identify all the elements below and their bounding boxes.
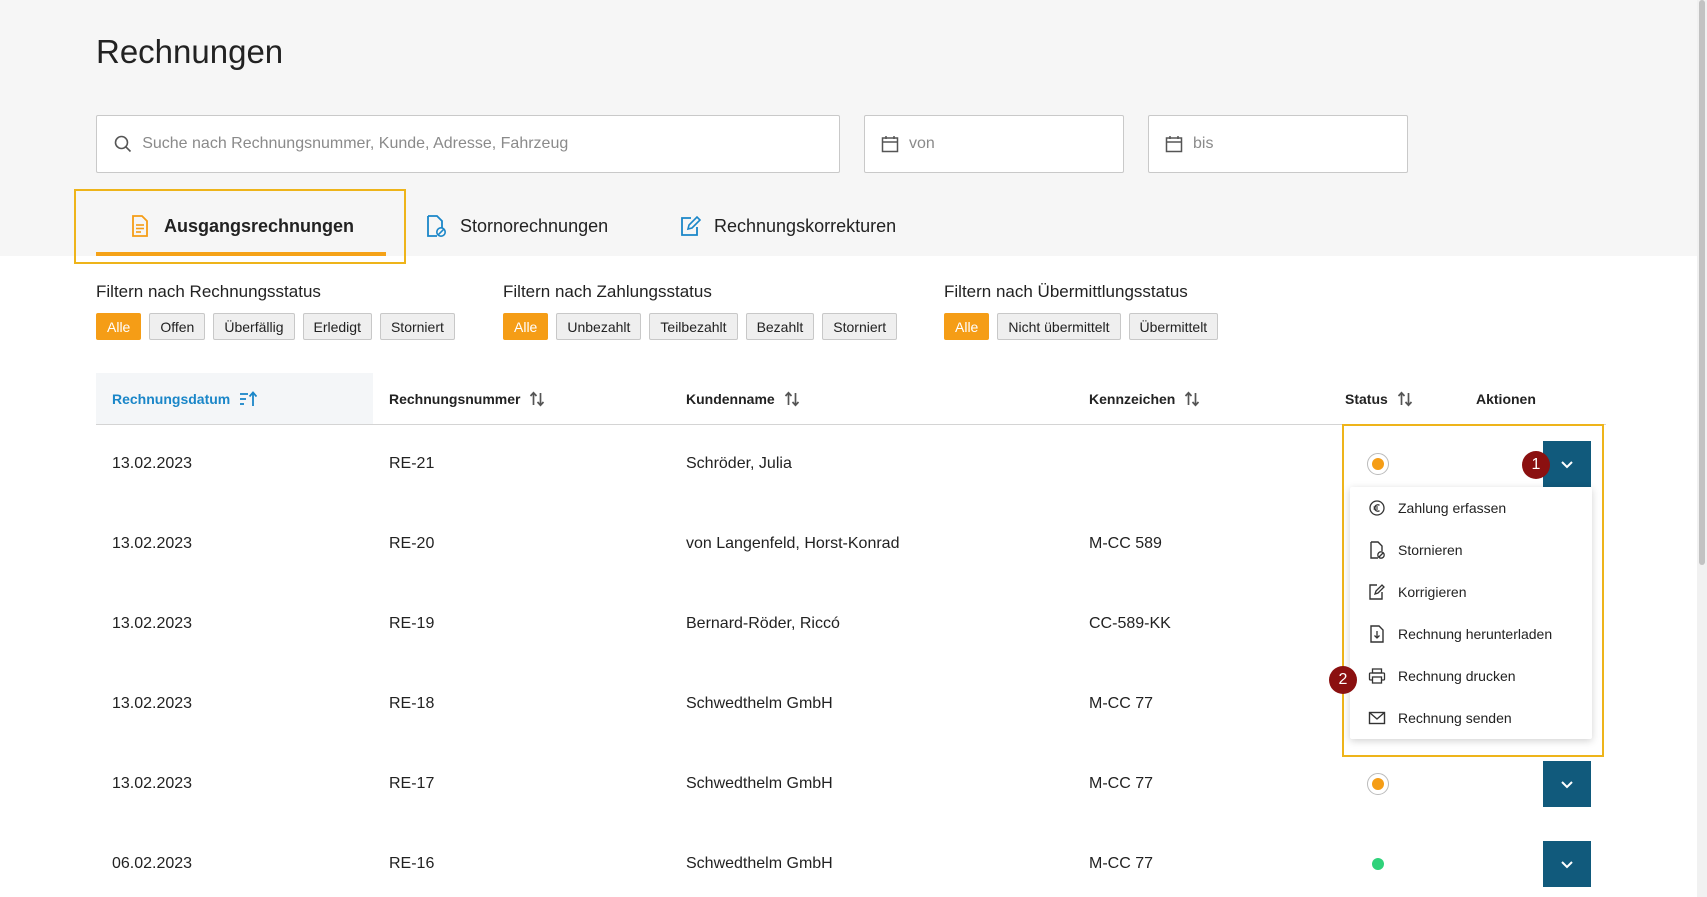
filter-chip-uebermittelt[interactable]: Übermittelt <box>1128 313 1219 340</box>
printer-icon <box>1368 667 1386 685</box>
calendar-icon <box>881 134 899 154</box>
status-paid-icon <box>1372 858 1384 870</box>
menu-item-rechnung-drucken[interactable]: Rechnung drucken <box>1350 655 1592 697</box>
menu-item-rechnung-senden[interactable]: Rechnung senden <box>1350 697 1592 739</box>
date-to-input[interactable] <box>1193 135 1407 153</box>
search-input[interactable] <box>142 135 839 153</box>
filter-zahlungsstatus: Alle Unbezahlt Teilbezahlt Bezahlt Storn… <box>503 313 898 340</box>
table-header: Rechnungsdatum Rechnungsnummer Kundennam… <box>96 373 1606 425</box>
sort-ascending-icon[interactable] <box>239 390 258 407</box>
cell-kundenname: Schwedthelm GmbH <box>686 695 833 712</box>
cell-rechnungsnummer: RE-20 <box>389 535 435 552</box>
filter-uebermittlungsstatus: Alle Nicht übermittelt Übermittelt <box>944 313 1219 340</box>
document-edit-icon <box>1368 583 1386 601</box>
mail-icon <box>1368 709 1386 727</box>
chevron-down-icon <box>1560 777 1574 792</box>
calendar-icon <box>1165 134 1183 154</box>
menu-item-korrigieren[interactable]: Korrigieren <box>1350 571 1592 613</box>
cell-kennzeichen: M-CC 77 <box>1089 775 1154 792</box>
download-icon <box>1368 625 1386 643</box>
search-icon <box>113 134 132 154</box>
document-cancel-icon <box>424 214 448 238</box>
tab-label: Stornorechnungen <box>460 215 609 236</box>
cell-rechnungsnummer: RE-17 <box>389 775 435 792</box>
column-header-rechnungsnummer[interactable]: Rechnungsnummer <box>389 373 545 424</box>
tab-ausgangsrechnungen[interactable]: Ausgangsrechnungen <box>96 196 386 256</box>
cell-kundenname: Schwedthelm GmbH <box>686 775 833 792</box>
column-header-rechnungsdatum[interactable]: Rechnungsdatum <box>96 373 373 424</box>
sort-icon[interactable] <box>1184 391 1200 407</box>
filter-chip-storniert[interactable]: Storniert <box>822 313 898 340</box>
tab-rechnungskorrekturen[interactable]: Rechnungskorrekturen <box>678 196 896 256</box>
filter-chip-offen[interactable]: Offen <box>149 313 206 340</box>
cell-kundenname: von Langenfeld, Horst-Konrad <box>686 535 900 552</box>
filter-chip-alle[interactable]: Alle <box>503 313 549 340</box>
table-row: 06.02.2023 RE-16 Schwedthelm GmbH M-CC 7… <box>96 824 1606 897</box>
euro-icon <box>1368 499 1386 517</box>
cell-kennzeichen: M-CC 589 <box>1089 535 1162 552</box>
date-from-input[interactable] <box>909 135 1123 153</box>
filter-chip-erledigt[interactable]: Erledigt <box>302 313 372 340</box>
filter-chip-ueberfaellig[interactable]: Überfällig <box>213 313 295 340</box>
filter-rechnungsstatus: Alle Offen Überfällig Erledigt Storniert <box>96 313 455 340</box>
filter-chip-alle[interactable]: Alle <box>944 313 990 340</box>
cell-kennzeichen: M-CC 77 <box>1089 855 1154 872</box>
filter-title-rechnungsstatus: Filtern nach Rechnungsstatus <box>96 282 321 301</box>
tab-label: Rechnungskorrekturen <box>714 215 897 236</box>
actions-dropdown-button[interactable] <box>1543 841 1591 887</box>
actions-dropdown-button[interactable] <box>1543 761 1591 807</box>
cell-rechnungsdatum: 06.02.2023 <box>112 855 193 872</box>
cell-rechnungsdatum: 13.02.2023 <box>112 775 193 792</box>
search-field[interactable] <box>96 115 840 173</box>
actions-dropdown-menu: Zahlung erfassen Stornieren Korrigieren … <box>1350 487 1592 739</box>
filter-chip-teilbezahlt[interactable]: Teilbezahlt <box>649 313 738 340</box>
step-badge-1: 1 <box>1522 451 1550 479</box>
cell-kundenname: Bernard-Röder, Riccó <box>686 615 840 632</box>
filter-chip-alle[interactable]: Alle <box>96 313 142 340</box>
filter-title-zahlungsstatus: Filtern nach Zahlungsstatus <box>503 282 712 301</box>
cell-kundenname: Schwedthelm GmbH <box>686 855 833 872</box>
status-open-icon <box>1367 773 1389 795</box>
column-header-kundenname[interactable]: Kundenname <box>686 373 800 424</box>
scrollbar-thumb[interactable] <box>1699 0 1705 565</box>
cell-rechnungsnummer: RE-21 <box>389 455 435 472</box>
document-cancel-icon <box>1368 541 1386 559</box>
filter-chip-unbezahlt[interactable]: Unbezahlt <box>556 313 642 340</box>
menu-item-zahlung-erfassen[interactable]: Zahlung erfassen <box>1350 487 1592 529</box>
menu-item-stornieren[interactable]: Stornieren <box>1350 529 1592 571</box>
menu-item-rechnung-herunterladen[interactable]: Rechnung herunterladen <box>1350 613 1592 655</box>
tab-label: Ausgangsrechnungen <box>163 215 355 236</box>
filter-chip-storniert[interactable]: Storniert <box>379 313 455 340</box>
document-icon <box>128 214 152 238</box>
chevron-down-icon <box>1560 857 1574 872</box>
step-badge-2: 2 <box>1329 666 1357 694</box>
cell-rechnungsnummer: RE-19 <box>389 615 435 632</box>
date-from-field[interactable] <box>864 115 1124 173</box>
cell-kennzeichen: M-CC 77 <box>1089 695 1154 712</box>
filter-chip-bezahlt[interactable]: Bezahlt <box>745 313 815 340</box>
column-header-status[interactable]: Status <box>1345 373 1413 424</box>
column-header-aktionen: Aktionen <box>1476 390 1536 407</box>
cell-rechnungsdatum: 13.02.2023 <box>112 695 193 712</box>
page-title: Rechnungen <box>96 33 284 70</box>
cell-rechnungsdatum: 13.02.2023 <box>112 615 193 632</box>
filter-title-uebermittlungsstatus: Filtern nach Übermittlungsstatus <box>944 282 1188 301</box>
sort-icon[interactable] <box>1397 391 1413 407</box>
cell-rechnungsdatum: 13.02.2023 <box>112 535 193 552</box>
cell-rechnungsdatum: 13.02.2023 <box>112 455 193 472</box>
filter-chip-nicht-uebermittelt[interactable]: Nicht übermittelt <box>997 313 1121 340</box>
tab-stornorechnungen[interactable]: Stornorechnungen <box>424 196 608 256</box>
sort-icon[interactable] <box>529 391 545 407</box>
cell-rechnungsnummer: RE-18 <box>389 695 435 712</box>
document-edit-icon <box>678 214 702 238</box>
cell-kennzeichen: CC-589-KK <box>1089 615 1171 632</box>
cell-rechnungsnummer: RE-16 <box>389 855 435 872</box>
date-to-field[interactable] <box>1148 115 1408 173</box>
column-header-kennzeichen[interactable]: Kennzeichen <box>1089 373 1200 424</box>
sort-icon[interactable] <box>784 391 800 407</box>
cell-kundenname: Schröder, Julia <box>686 455 792 472</box>
